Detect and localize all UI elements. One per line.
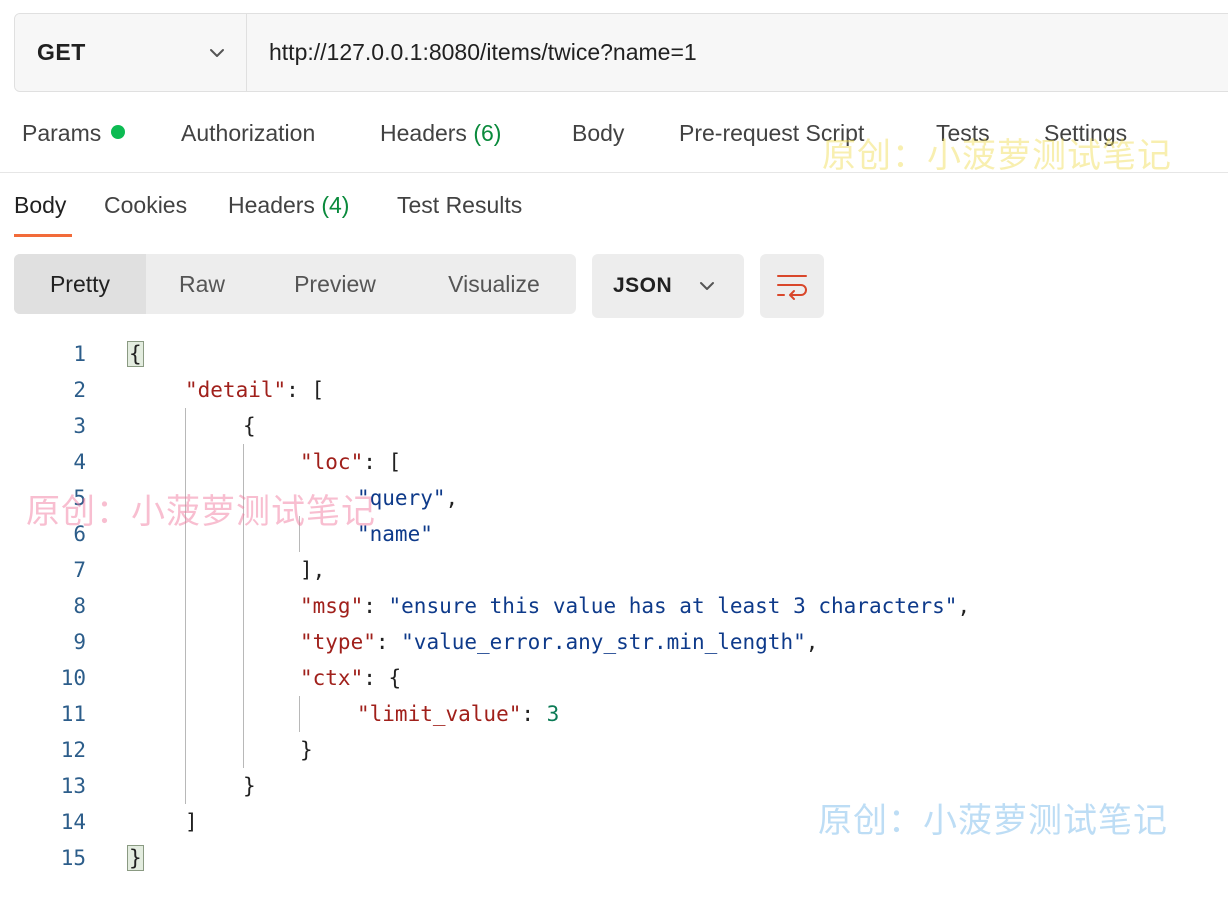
- matched-brace: }: [127, 845, 144, 871]
- params-status-dot: [111, 125, 126, 139]
- code-line: 1 {: [0, 336, 1228, 372]
- tab-body[interactable]: Body: [572, 120, 624, 147]
- tab-test-results[interactable]: Test Results: [397, 192, 522, 219]
- request-url-bar: GET http://127.0.0.1:8080/items/twice?na…: [14, 13, 1228, 92]
- method-label: GET: [37, 39, 86, 65]
- wrap-lines-icon: [777, 275, 807, 300]
- tab-cookies[interactable]: Cookies: [104, 192, 187, 219]
- matched-brace: {: [127, 341, 144, 367]
- json-punct: ,: [805, 630, 819, 654]
- line-number: 12: [60, 738, 86, 762]
- json-key: "msg": [300, 594, 364, 618]
- json-punct: : [: [286, 378, 325, 402]
- json-punct: : [: [363, 450, 402, 474]
- json-number: 3: [546, 702, 560, 726]
- json-string: "value_error.any_str.min_length": [401, 630, 806, 654]
- json-punct: :: [521, 702, 547, 726]
- mode-visualize-button[interactable]: Visualize: [412, 254, 576, 314]
- wrap-lines-button[interactable]: [760, 254, 824, 318]
- active-tab-underline: [14, 234, 72, 237]
- view-mode-segmented-control: Pretty Raw Preview Visualize: [14, 254, 576, 314]
- line-number: 8: [73, 594, 86, 618]
- json-punct: ,: [445, 486, 459, 510]
- line-number: 1: [73, 342, 86, 366]
- line-number: 9: [73, 630, 86, 654]
- watermark: 原创：小菠萝测试笔记: [818, 801, 1168, 841]
- json-punct: :: [375, 630, 402, 654]
- line-number: 14: [60, 810, 86, 834]
- tab-response-body[interactable]: Body: [14, 192, 66, 219]
- chevron-down-icon: [210, 48, 224, 57]
- code-line: 10 "ctx": {: [0, 660, 1228, 696]
- json-string: "ensure this value has at least 3 charac…: [388, 594, 958, 618]
- code-line: 15 }: [0, 840, 1228, 876]
- json-punct: ],: [300, 558, 326, 582]
- watermark: 原创：小菠萝测试笔记: [822, 136, 1172, 176]
- line-number: 2: [73, 378, 86, 402]
- mode-preview-button[interactable]: Preview: [258, 254, 412, 314]
- response-tabs: Body Cookies Headers (4) Test Results: [14, 188, 814, 240]
- mode-raw-button[interactable]: Raw: [146, 254, 258, 314]
- json-key: "loc": [300, 450, 364, 474]
- json-punct: :: [363, 594, 389, 618]
- code-line: 12 }: [0, 732, 1228, 768]
- code-line: 7 ],: [0, 552, 1228, 588]
- code-line: 9 "type": "value_error.any_str.min_lengt…: [0, 624, 1228, 660]
- watermark: 原创：小菠萝测试笔记: [26, 492, 376, 532]
- method-select[interactable]: GET: [15, 14, 247, 91]
- line-number: 3: [73, 414, 86, 438]
- tab-headers-label: Headers: [380, 120, 467, 146]
- json-punct: }: [300, 738, 313, 762]
- json-punct: }: [243, 774, 256, 798]
- language-label: JSON: [613, 274, 673, 297]
- code-line: 3 {: [0, 408, 1228, 444]
- line-number: 15: [60, 846, 86, 870]
- code-line: 2 "detail": [: [0, 372, 1228, 408]
- line-number: 7: [73, 558, 86, 582]
- language-select[interactable]: JSON: [592, 254, 744, 318]
- url-input[interactable]: http://127.0.0.1:8080/items/twice?name=1: [247, 14, 1228, 91]
- line-number: 13: [60, 774, 86, 798]
- tab-response-headers[interactable]: Headers (4): [228, 192, 349, 219]
- json-punct: {: [243, 414, 256, 438]
- code-line: 8 "msg": "ensure this value has at least…: [0, 588, 1228, 624]
- tab-response-headers-count: (4): [321, 192, 350, 218]
- line-number: 10: [60, 666, 86, 690]
- json-key: "detail": [185, 378, 287, 402]
- tab-authorization[interactable]: Authorization: [181, 120, 315, 147]
- json-key: "limit_value": [357, 702, 522, 726]
- json-key: "ctx": [300, 666, 364, 690]
- line-number: 4: [73, 450, 86, 474]
- tab-headers[interactable]: Headers (6): [380, 120, 501, 147]
- json-punct: ]: [185, 810, 198, 834]
- json-punct: : {: [363, 666, 402, 690]
- tab-headers-count: (6): [473, 120, 502, 146]
- tab-params-label: Params: [22, 120, 102, 146]
- tab-response-headers-label: Headers: [228, 192, 315, 218]
- code-line: 4 "loc": [: [0, 444, 1228, 480]
- mode-pretty-button[interactable]: Pretty: [14, 254, 146, 314]
- chevron-down-icon: [700, 282, 715, 290]
- code-line: 11 "limit_value": 3: [0, 696, 1228, 732]
- postman-window: GET http://127.0.0.1:8080/items/twice?na…: [0, 0, 1228, 906]
- json-punct: ,: [957, 594, 971, 618]
- line-number: 11: [60, 702, 86, 726]
- tab-params[interactable]: Params: [22, 120, 126, 147]
- json-key: "type": [300, 630, 376, 654]
